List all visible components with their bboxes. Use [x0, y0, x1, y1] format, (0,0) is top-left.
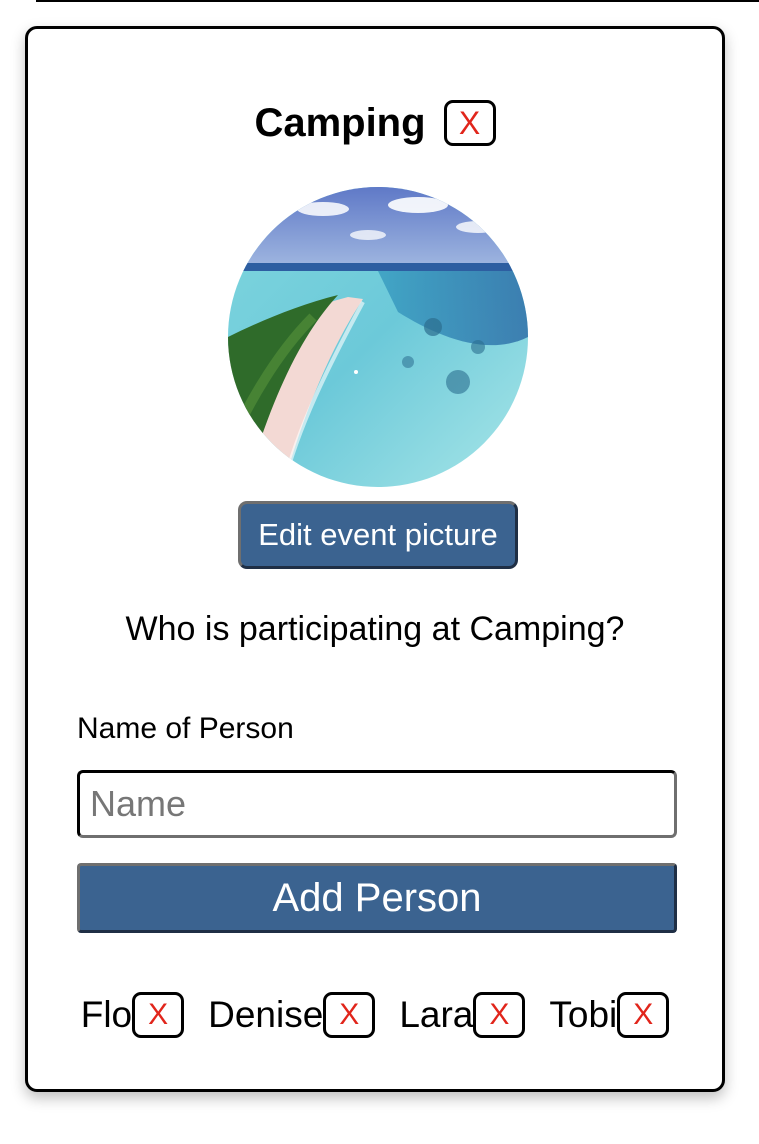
participant-item: Flo X	[80, 991, 185, 1039]
name-field-label: Name of Person	[77, 712, 294, 745]
add-person-button[interactable]: Add Person	[77, 863, 677, 933]
event-card: Camping X Edit event picture Who is part…	[25, 26, 725, 1092]
event-title: Camping	[254, 101, 426, 145]
remove-participant-button[interactable]: X	[323, 992, 376, 1038]
person-name-input[interactable]	[77, 770, 677, 838]
participant-name: Lara	[399, 994, 474, 1035]
edit-event-picture-button[interactable]: Edit event picture	[238, 501, 518, 569]
remove-participant-button[interactable]: X	[473, 992, 526, 1038]
participant-item: Tobi X	[549, 991, 670, 1039]
island-image	[228, 187, 528, 487]
participant-list: Flo X Denise X Lara X Tobi X	[28, 991, 722, 1039]
remove-participant-button[interactable]: X	[617, 992, 670, 1038]
participant-name: Denise	[208, 994, 324, 1035]
participants-question: Who is participating at Camping?	[125, 610, 625, 648]
event-picture	[228, 187, 528, 487]
delete-event-button[interactable]: X	[443, 100, 496, 146]
participant-item: Denise X	[208, 991, 376, 1039]
event-header: Camping X	[28, 99, 722, 147]
participant-name: Tobi	[549, 994, 618, 1035]
top-divider	[36, 0, 759, 2]
participant-name: Flo	[80, 994, 133, 1035]
remove-participant-button[interactable]: X	[132, 992, 185, 1038]
participant-item: Lara X	[399, 991, 526, 1039]
